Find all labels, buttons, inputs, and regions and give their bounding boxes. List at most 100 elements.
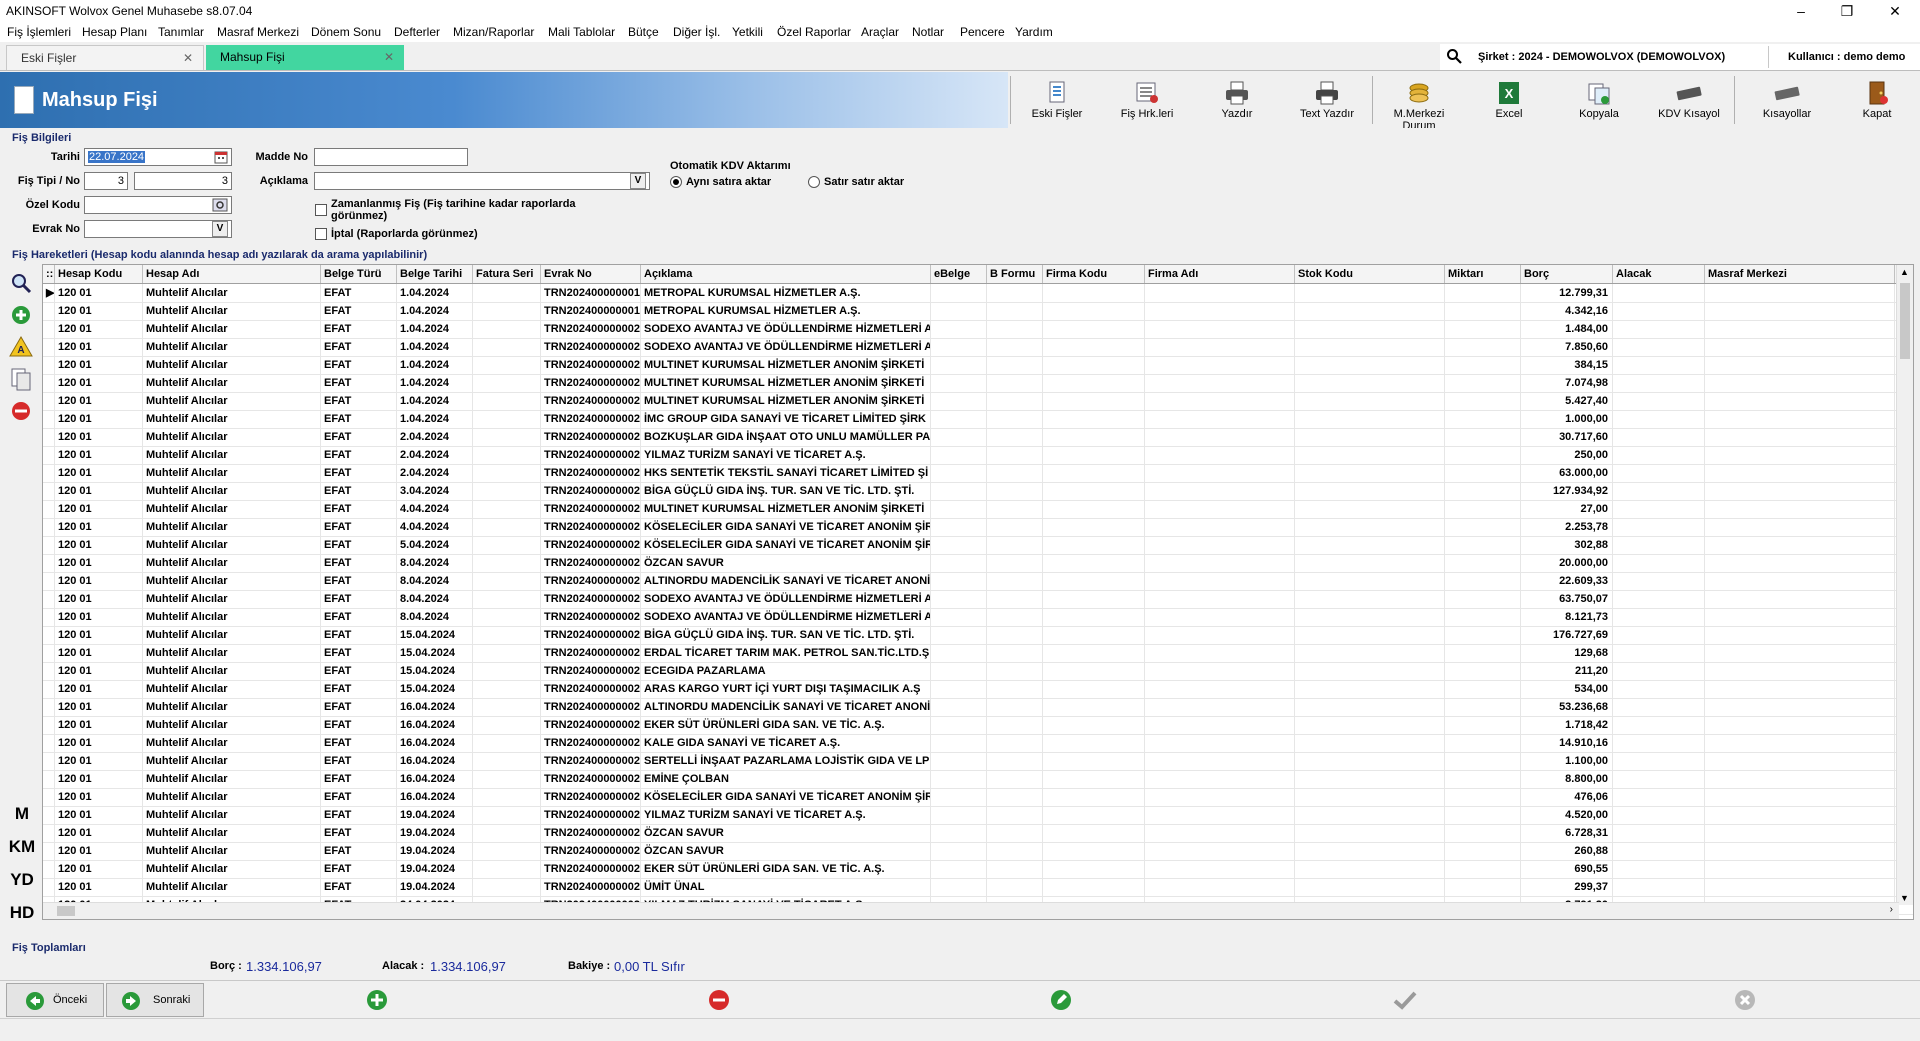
document-no-field[interactable]: [84, 220, 232, 238]
table-cell[interactable]: [1705, 320, 1895, 338]
cell-belge-tarihi[interactable]: 1.04.2024: [397, 338, 473, 356]
table-cell[interactable]: [931, 428, 987, 446]
table-cell[interactable]: [1445, 734, 1521, 752]
column-aciklama[interactable]: Açıklama: [641, 265, 931, 283]
table-cell[interactable]: [1145, 518, 1295, 536]
cell-aciklama[interactable]: SODEXO AVANTAJ VE ÖDÜLLENDİRME HİZMETLER…: [641, 320, 931, 338]
cell-aciklama[interactable]: METROPAL KURUMSAL HİZMETLER A.Ş.: [641, 284, 931, 302]
next-button[interactable]: Sonraki: [106, 983, 204, 1017]
cell-fatura-seri[interactable]: [473, 734, 541, 752]
cell-hesap-adi[interactable]: Muhtelif Alıcılar: [143, 356, 321, 374]
table-cell[interactable]: [1705, 626, 1895, 644]
column-miktari[interactable]: Miktarı: [1445, 265, 1521, 283]
table-cell[interactable]: [1445, 392, 1521, 410]
cell-evrak-no[interactable]: TRN202400000002: [541, 698, 641, 716]
cell-borc[interactable]: 1.718,42: [1521, 716, 1613, 734]
cell-belge-tarihi[interactable]: 16.04.2024: [397, 716, 473, 734]
slip-no-field[interactable]: 3: [134, 172, 232, 190]
table-cell[interactable]: [1043, 806, 1145, 824]
table-cell[interactable]: [1145, 302, 1295, 320]
cell-belge-tarihi[interactable]: 19.04.2024: [397, 842, 473, 860]
table-row[interactable]: 120 01 Muhtelif Alıcılar EFAT 1.04.2024 TRN2…: [43, 410, 1913, 429]
table-cell[interactable]: [931, 626, 987, 644]
cell-fatura-seri[interactable]: [473, 284, 541, 302]
table-cell[interactable]: [987, 770, 1043, 788]
table-cell[interactable]: [931, 374, 987, 392]
table-cell[interactable]: [987, 590, 1043, 608]
cell-belge-turu[interactable]: EFAT: [321, 662, 397, 680]
table-row[interactable]: 120 01 Muhtelif Alıcılar EFAT 8.04.2024 TRN2…: [43, 554, 1913, 573]
eski-fisler-button[interactable]: Eski Fişler: [1014, 76, 1100, 126]
table-cell[interactable]: [1295, 662, 1445, 680]
cell-fatura-seri[interactable]: [473, 500, 541, 518]
cell-aciklama[interactable]: KALE GIDA SANAYİ VE TİCARET A.Ş.: [641, 734, 931, 752]
cell-fatura-seri[interactable]: [473, 680, 541, 698]
menu-fis-islemleri[interactable]: Fiş İşlemleri: [7, 25, 71, 39]
cell-aciklama[interactable]: SERTELLİ İNŞAAT PAZARLAMA LOJİSTİK GIDA …: [641, 752, 931, 770]
cell-hesap-adi[interactable]: Muhtelif Alıcılar: [143, 392, 321, 410]
cell-hesap-kodu[interactable]: 120 01: [55, 518, 143, 536]
scroll-up-icon[interactable]: ▲: [1900, 267, 1909, 277]
cell-aciklama[interactable]: KÖSELECİLER GIDA SANAYİ VE TİCARET ANONİ…: [641, 788, 931, 806]
cell-belge-tarihi[interactable]: 2.04.2024: [397, 464, 473, 482]
cell-borc[interactable]: 384,15: [1521, 356, 1613, 374]
copy-row-icon[interactable]: [8, 366, 34, 392]
table-row[interactable]: 120 01 Muhtelif Alıcılar EFAT 16.04.2024 TRN…: [43, 752, 1913, 771]
cell-borc[interactable]: 4.520,00: [1521, 806, 1613, 824]
cell-fatura-seri[interactable]: [473, 338, 541, 356]
cell-evrak-no[interactable]: TRN202400000002: [541, 428, 641, 446]
masraf-merkezi-durum-button[interactable]: M.Merkezi Durum: [1376, 76, 1462, 132]
cell-hesap-kodu[interactable]: 120 01: [55, 716, 143, 734]
table-cell[interactable]: [1043, 374, 1145, 392]
cell-belge-turu[interactable]: EFAT: [321, 860, 397, 878]
table-cell[interactable]: [1043, 302, 1145, 320]
table-cell[interactable]: [931, 752, 987, 770]
description-field[interactable]: [314, 172, 650, 190]
table-cell[interactable]: [1145, 536, 1295, 554]
cell-hesap-adi[interactable]: Muhtelif Alıcılar: [143, 374, 321, 392]
cell-evrak-no[interactable]: TRN202400000002: [541, 410, 641, 428]
cell-evrak-no[interactable]: TRN202400000002: [541, 338, 641, 356]
cell-evrak-no[interactable]: TRN202400000002: [541, 500, 641, 518]
cell-hesap-adi[interactable]: Muhtelif Alıcılar: [143, 734, 321, 752]
cell-hesap-kodu[interactable]: 120 01: [55, 374, 143, 392]
table-cell[interactable]: [1145, 464, 1295, 482]
table-cell[interactable]: [1705, 356, 1895, 374]
cell-hesap-kodu[interactable]: 120 01: [55, 662, 143, 680]
cell-evrak-no[interactable]: TRN202400000002: [541, 392, 641, 410]
table-cell[interactable]: [1043, 788, 1145, 806]
kisayollar-button[interactable]: Kısayollar: [1744, 76, 1830, 126]
table-cell[interactable]: [1445, 698, 1521, 716]
cell-belge-tarihi[interactable]: 4.04.2024: [397, 518, 473, 536]
table-cell[interactable]: [1705, 392, 1895, 410]
table-row[interactable]: 120 01 Muhtelif Alıcılar EFAT 16.04.2024 TRN…: [43, 770, 1913, 789]
cell-hesap-adi[interactable]: Muhtelif Alıcılar: [143, 410, 321, 428]
confirm-icon[interactable]: [1392, 989, 1418, 1011]
table-cell[interactable]: [1295, 374, 1445, 392]
table-cell[interactable]: [1445, 320, 1521, 338]
cell-aciklama[interactable]: MULTINET KURUMSAL HİZMETLER ANONİM ŞİRKE…: [641, 356, 931, 374]
cell-fatura-seri[interactable]: [473, 392, 541, 410]
menu-masraf-merkezi[interactable]: Masraf Merkezi: [217, 25, 299, 39]
table-cell[interactable]: [931, 446, 987, 464]
cell-borc[interactable]: 63.750,07: [1521, 590, 1613, 608]
cell-hesap-adi[interactable]: Muhtelif Alıcılar: [143, 626, 321, 644]
cell-fatura-seri[interactable]: [473, 410, 541, 428]
cell-hesap-kodu[interactable]: 120 01: [55, 680, 143, 698]
table-cell[interactable]: [1445, 608, 1521, 626]
column-b-formu[interactable]: B Formu: [987, 265, 1043, 283]
column-firma-kodu[interactable]: Firma Kodu: [1043, 265, 1145, 283]
table-cell[interactable]: [931, 644, 987, 662]
cell-borc[interactable]: 30.717,60: [1521, 428, 1613, 446]
column-belge-turu[interactable]: Belge Türü: [321, 265, 397, 283]
cell-fatura-seri[interactable]: [473, 824, 541, 842]
table-row[interactable]: 120 01 Muhtelif Alıcılar EFAT 19.04.2024 TRN…: [43, 842, 1913, 861]
table-cell[interactable]: [931, 716, 987, 734]
table-cell[interactable]: [1613, 698, 1705, 716]
table-cell[interactable]: [1613, 356, 1705, 374]
cell-aciklama[interactable]: METROPAL KURUMSAL HİZMETLER A.Ş.: [641, 302, 931, 320]
table-cell[interactable]: [1613, 428, 1705, 446]
column-alacak[interactable]: Alacak: [1613, 265, 1705, 283]
table-cell[interactable]: [1295, 392, 1445, 410]
table-row[interactable]: 120 01 Muhtelif Alıcılar EFAT 19.04.2024 TRN…: [43, 824, 1913, 843]
